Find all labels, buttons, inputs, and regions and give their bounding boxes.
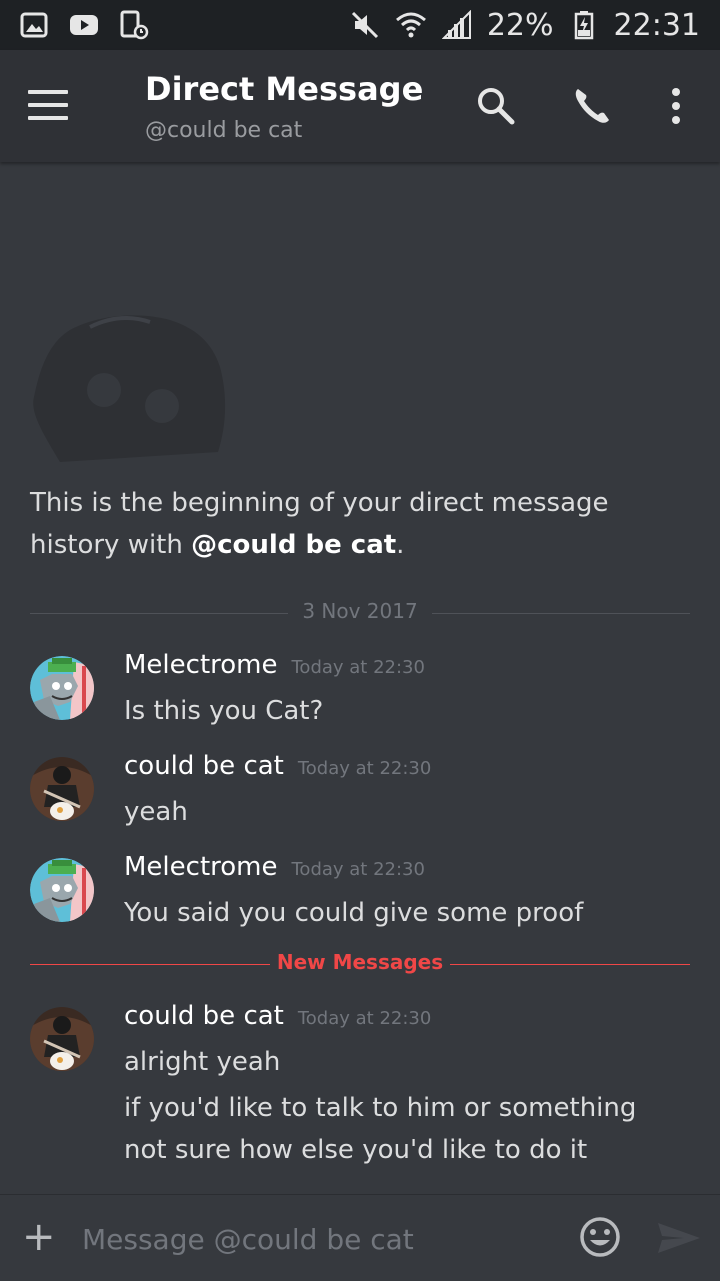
- more-icon[interactable]: [654, 84, 698, 128]
- date-divider: 3 Nov 2017: [30, 599, 690, 623]
- signal-icon: [441, 10, 473, 40]
- status-bar: 22% 22:31: [0, 0, 720, 50]
- avatar[interactable]: [30, 656, 94, 720]
- gallery-icon: [18, 10, 50, 40]
- message-text: Is this you Cat?: [124, 696, 324, 726]
- send-icon[interactable]: [656, 1221, 702, 1255]
- message-author: could be cat Today at 22:30: [124, 1001, 432, 1031]
- phone-icon[interactable]: [570, 84, 614, 128]
- avatar[interactable]: [30, 1007, 94, 1071]
- device-icon: [118, 10, 150, 40]
- page-subtitle: @could be cat: [145, 118, 303, 143]
- new-messages-divider: New Messages: [30, 950, 690, 974]
- message-timestamp: Today at 22:30: [297, 1008, 432, 1029]
- message-text: yeah: [124, 797, 188, 827]
- discord-logo-icon: [30, 312, 230, 462]
- page-title: Direct Message: [145, 70, 424, 108]
- wifi-icon: [395, 10, 427, 40]
- clock: 22:31: [613, 7, 700, 43]
- date-divider-label: 3 Nov 2017: [302, 599, 418, 623]
- add-attachment-button[interactable]: +: [22, 1217, 56, 1257]
- message-text: if you'd like to talk to him or somethin…: [124, 1093, 637, 1123]
- intro-username: @could be cat: [191, 530, 397, 560]
- mute-icon: [349, 10, 381, 40]
- message-author: Melectrome Today at 22:30: [124, 852, 425, 882]
- battery-charging-icon: [568, 10, 600, 40]
- top-app-bar: Direct Message @could be cat: [0, 50, 720, 162]
- avatar[interactable]: [30, 858, 94, 922]
- search-icon[interactable]: [474, 84, 518, 128]
- message-text: not sure how else you'd like to do it: [124, 1135, 588, 1165]
- message-text: alright yeah: [124, 1047, 281, 1077]
- message-author: Melectrome Today at 22:30: [124, 650, 425, 680]
- avatar[interactable]: [30, 757, 94, 821]
- message-author: could be cat Today at 22:30: [124, 751, 432, 781]
- youtube-icon: [68, 10, 100, 40]
- message-text: You said you could give some proof: [124, 898, 584, 928]
- dm-intro-text: This is the beginning of your direct mes…: [30, 488, 609, 560]
- menu-icon[interactable]: [28, 90, 68, 120]
- emoji-icon[interactable]: [578, 1215, 622, 1259]
- message-timestamp: Today at 22:30: [297, 758, 432, 779]
- new-messages-label: New Messages: [276, 950, 444, 974]
- message-timestamp: Today at 22:30: [291, 859, 425, 880]
- message-composer: + Message @could be cat: [0, 1194, 720, 1281]
- battery-percent: 22%: [486, 7, 554, 43]
- message-timestamp: Today at 22:30: [291, 657, 425, 678]
- message-input[interactable]: Message @could be cat: [82, 1223, 414, 1256]
